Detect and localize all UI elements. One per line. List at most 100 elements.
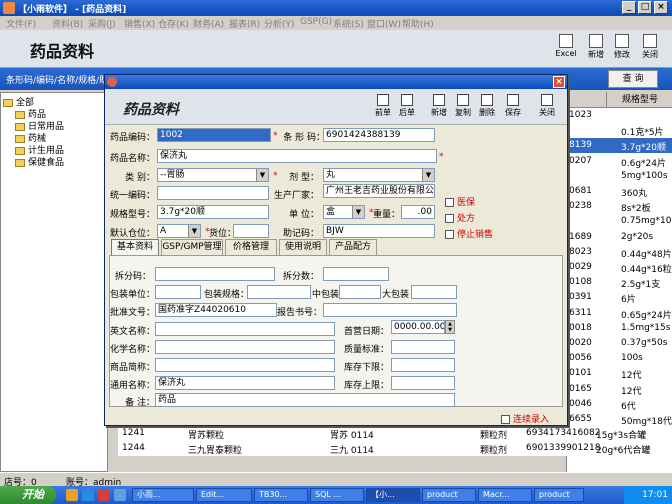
dosage-select[interactable]: 丸 ▼ [323,168,435,182]
location-select[interactable]: A ▼ [157,224,201,238]
split-count-field[interactable] [323,267,389,281]
remark-field[interactable]: 药品 [155,393,455,407]
table-row[interactable]: 1241 胃苏颗粒 胃苏 0114 颗粒剂 6934173416082 15g*… [118,426,672,441]
mid-pack-field[interactable] [339,285,381,299]
task-item[interactable]: TB30... [254,488,308,502]
weight-field[interactable]: .00 [401,205,435,219]
table-row[interactable]: 6655 50mg*18代 [567,412,672,427]
table-row[interactable]: 8139 3.7g*20顺 [567,138,672,154]
maximize-button[interactable]: □ [638,1,652,14]
tab-gsp[interactable]: GSP/GMP管理 [161,239,223,255]
ie-icon[interactable] [82,489,94,501]
query-button[interactable]: 查 询 [608,70,658,88]
maker-field[interactable]: 广州王老吉药业股份有限公司 [323,184,435,198]
report-field[interactable] [323,303,457,317]
first-date-field[interactable]: 0000.00.00 [391,320,445,334]
stock-high-field[interactable] [391,376,455,390]
table-row[interactable]: 0046 6代 [567,397,672,412]
table-row[interactable]: 0.75mg*100S [567,214,672,229]
task-item[interactable]: SQL ... [310,488,364,502]
stop-sale-checkbox[interactable]: 停止销售 [445,227,493,240]
prescription-checkbox[interactable]: 处方 [445,211,475,224]
table-row[interactable]: 8023 0.44g*48片 [567,245,672,260]
insurance-checkbox[interactable]: 医保 [445,195,475,208]
shelf-field[interactable] [233,224,269,238]
table-row[interactable]: 0020 0.37g*50s [567,336,672,351]
tab-formula[interactable]: 产品配方 [329,239,377,255]
menu-purchase[interactable]: 采购(J) [88,17,116,30]
menu-help[interactable]: 帮助(H) [402,17,434,30]
task-item[interactable]: product [534,488,584,502]
grid-header-code[interactable] [567,92,607,108]
grid-header-spec[interactable]: 规格型号 [607,92,672,108]
excel-button[interactable]: Excel [552,32,580,64]
barcode-field[interactable]: 6901424388139 [323,128,435,142]
task-item[interactable]: Macr... [478,488,532,502]
menu-system[interactable]: 系统(S) [333,17,364,30]
menu-analysis[interactable]: 分析(Y) [264,17,295,30]
close-button[interactable]: × [654,1,668,14]
pack-unit-field[interactable] [155,285,201,299]
table-row[interactable]: 1023 [567,108,672,123]
date-spinner[interactable]: ▲ ▼ [445,320,455,334]
unified-code-field[interactable] [157,186,269,200]
quick-launch-icon[interactable] [98,489,110,501]
spec-field[interactable]: 3.7g*20顺 [157,205,269,219]
minimize-button[interactable]: _ [622,1,636,14]
menu-stock[interactable]: 仓存(K) [158,17,189,30]
table-row[interactable]: 1244 三九胃泰颗粒 三九 0114 颗粒剂 6901339901218 20… [118,441,672,456]
table-row[interactable]: 0108 2.5g*1支 [567,275,672,290]
menu-window[interactable]: 窗口(W) [367,17,401,30]
task-item[interactable]: 小雨... [132,488,194,502]
menu-finance[interactable]: 财务(A) [193,17,224,30]
task-item[interactable]: Edit... [196,488,252,502]
copy-button[interactable]: 复制 [451,92,475,122]
big-pack-field[interactable] [411,285,457,299]
menu-report[interactable]: 报表(R) [229,17,260,30]
prev-button[interactable]: 前单 [371,92,395,122]
quick-launch-icon[interactable] [114,489,126,501]
name-field[interactable]: 保济丸 [157,149,437,163]
table-row[interactable]: 0018 1.5mg*15s [567,321,672,336]
chemical-name-field[interactable] [155,340,335,354]
menu-gsp[interactable]: GSP(G) [300,17,332,27]
add-button[interactable]: 新增 [582,32,610,64]
table-row[interactable]: 6311 0.65g*24片 [567,306,672,321]
tab-basic[interactable]: 基本资料 [111,239,159,255]
start-button[interactable]: 开始 [0,486,56,504]
split-code-field[interactable] [155,267,275,281]
english-name-field[interactable] [155,322,335,336]
common-name-field[interactable]: 保济丸 [155,376,335,390]
table-row[interactable]: 0056 100s [567,351,672,366]
tab-usage[interactable]: 使用说明 [279,239,327,255]
table-row[interactable]: 1689 2g*20s [567,230,672,245]
unit-select[interactable]: 盒 ▼ [323,205,365,219]
quality-field[interactable] [391,340,455,354]
continuous-entry-checkbox[interactable]: 连续录入 [501,412,549,425]
next-button[interactable]: 后单 [395,92,419,122]
delete-button[interactable]: 删除 [475,92,499,122]
dialog-close-tool-button[interactable]: 关闭 [535,92,559,122]
quick-launch-icon[interactable] [66,489,78,501]
edit-button[interactable]: 修改 [608,32,636,64]
menu-file[interactable]: 文件(F) [6,17,36,30]
table-row[interactable]: 0.1克*5片 [567,123,672,138]
tree-item-health[interactable]: 保健食品 [15,155,64,168]
tab-price[interactable]: 价格管理 [225,239,277,255]
code-field[interactable]: 1002 [157,128,271,142]
table-row[interactable]: 0029 0.44g*16粒 [567,260,672,275]
table-row[interactable]: 0101 12代 [567,366,672,381]
close-page-button[interactable]: 关闭 [636,32,664,64]
category-select[interactable]: --胃肠 ▼ [157,168,269,182]
task-item[interactable]: product [422,488,476,502]
table-row[interactable]: 0681 360丸 [567,184,672,199]
menu-sales[interactable]: 销售(X) [124,17,155,30]
task-item-active[interactable]: 【小... [366,488,420,502]
save-button[interactable]: 保存 [501,92,525,122]
table-row[interactable]: 0391 6片 [567,290,672,305]
dialog-close-button[interactable]: × [553,76,565,88]
stock-low-field[interactable] [391,358,455,372]
table-row[interactable]: 0207 0.6g*24片 [567,154,672,169]
table-row[interactable]: 5mg*100s [567,169,672,184]
table-row[interactable]: 0165 12代 [567,382,672,397]
